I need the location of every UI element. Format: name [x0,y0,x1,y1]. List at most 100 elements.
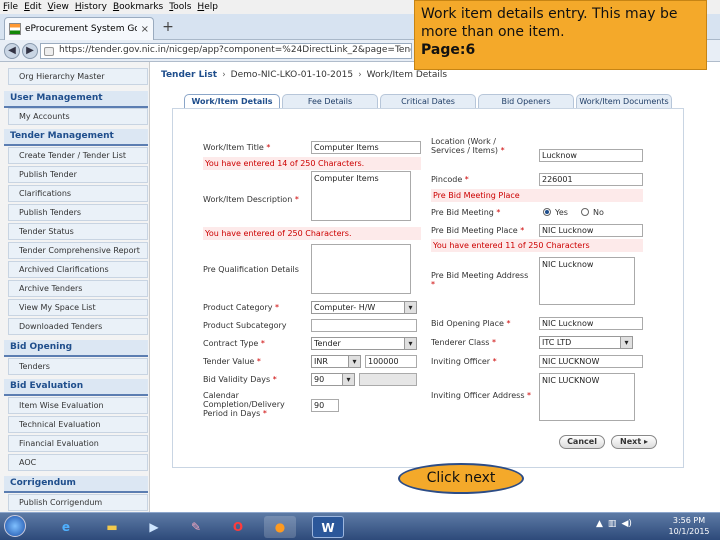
firefox-icon[interactable]: ● [264,516,296,538]
pre-bid-meeting-address-textarea[interactable]: NIC Lucknow [539,257,635,305]
sidebar-heading-bid-opening[interactable]: Bid Opening [4,340,148,357]
sidebar-item-publish-tender[interactable]: Publish Tender [8,166,148,183]
work-item-title-input[interactable]: Computer Items [311,141,421,154]
sidebar-item-org-hierarchy[interactable]: Org Hierarchy Master [8,68,148,85]
media-player-icon[interactable]: ▶ [138,516,170,538]
system-clock[interactable]: 3:56 PM 10/1/2015 [660,515,718,539]
paint-icon[interactable]: ✎ [180,516,212,538]
sidebar-item-financial-evaluation[interactable]: Financial Evaluation [8,435,148,452]
menu-tools[interactable]: Tools [169,2,191,12]
menu-file[interactable]: File [3,2,18,12]
click-next-callout: Click next [398,463,524,494]
sidebar-item-archived-clarifications[interactable]: Archived Clarifications [8,261,148,278]
new-tab-button[interactable]: + [160,19,176,35]
product-category-select[interactable]: Computer- H/W [311,301,417,314]
bid-opening-place-input[interactable]: NIC Lucknow [539,317,643,330]
breadcrumb-tender-list[interactable]: Tender List [161,70,217,80]
bid-validity-select[interactable]: 90 [311,373,355,386]
windows-start-button[interactable] [4,515,26,537]
pre-bid-meeting-no-radio[interactable] [581,208,589,216]
sidebar-item-publish-corrigendum[interactable]: Publish Corrigendum [8,494,148,511]
volume-icon[interactable]: ◀) [621,519,631,535]
sidebar-item-downloaded-tenders[interactable]: Downloaded Tenders [8,318,148,335]
tenderer-class-select[interactable]: ITC LTD [539,336,633,349]
sidebar-item-my-space[interactable]: View My Space List [8,299,148,316]
bid-validity-readonly [359,373,417,386]
internet-explorer-icon[interactable]: e [50,516,82,538]
menu-history[interactable]: History [75,2,107,12]
pre-bid-meeting-address-label: Pre Bid Meeting Address * [431,271,529,289]
tender-value-label: Tender Value * [203,357,261,366]
completion-period-input[interactable]: 90 [311,399,339,412]
currency-select[interactable]: INR [311,355,361,368]
pincode-input[interactable]: 226001 [539,173,643,186]
pre-bid-meeting-yes-radio[interactable] [543,208,551,216]
tab-work-item-documents[interactable]: Work/Item Documents [576,94,672,108]
inviting-officer-label: Inviting Officer * [431,357,497,366]
sidebar-item-archive-tenders[interactable]: Archive Tenders [8,280,148,297]
sidebar-item-my-accounts[interactable]: My Accounts [8,108,148,125]
work-item-description-label: Work/Item Description * [203,195,299,204]
sidebar-item-publish-tenders[interactable]: Publish Tenders [8,204,148,221]
product-subcategory-label: Product Subcategory [203,321,287,330]
tab-critical-dates[interactable]: Critical Dates [380,94,476,108]
pincode-label: Pincode * [431,175,469,184]
tenderer-class-label: Tenderer Class * [431,338,496,347]
product-subcategory-input[interactable] [311,319,417,332]
menu-view[interactable]: View [48,2,69,12]
contract-type-label: Contract Type * [203,339,265,348]
address-bar[interactable]: https://tender.gov.nic.in/nicgep/app?com… [40,43,412,59]
menu-bookmarks[interactable]: Bookmarks [113,2,163,12]
cancel-button[interactable]: Cancel [559,435,605,449]
sidebar-item-tender-status[interactable]: Tender Status [8,223,148,240]
inviting-officer-address-textarea[interactable]: NIC LUCKNOW [539,373,635,421]
menu-edit[interactable]: Edit [24,2,41,12]
pre-bid-meeting-header: Pre Bid Meeting Place [431,189,643,202]
location-input[interactable]: Lucknow [539,149,643,162]
work-item-description-textarea[interactable]: Computer Items [311,171,411,221]
breadcrumb-tender-id[interactable]: Demo-NIC-LKO-01-10-2015 [231,70,353,80]
product-category-label: Product Category * [203,303,280,312]
tab-work-item-details[interactable]: Work/Item Details [184,94,280,108]
breadcrumb-separator: › [358,70,362,80]
network-icon[interactable]: ▥ [608,519,617,535]
sidebar-heading-corrigendum[interactable]: Corrigendum [4,476,148,493]
sidebar-item-tenders[interactable]: Tenders [8,358,148,375]
page-number: Page:6 [421,42,476,58]
tender-value-input[interactable]: 100000 [365,355,417,368]
pre-bid-meeting-no-label: No [593,208,604,217]
contract-type-select[interactable]: Tender [311,337,417,350]
inviting-officer-address-label: Inviting Officer Address * [431,391,532,400]
show-hidden-icons-icon[interactable]: ▲ [596,519,603,535]
file-explorer-icon[interactable]: ▬ [96,516,128,538]
windows-taskbar: e ▬ ▶ ✎ O ● W ▲ ▥ ◀) 3:56 PM 10/1/2015 [0,512,720,540]
sidebar-heading-tender-management[interactable]: Tender Management [4,129,148,146]
sidebar-heading-user-management[interactable]: User Management [4,91,148,108]
sidebar-item-technical-evaluation[interactable]: Technical Evaluation [8,416,148,433]
clock-time: 3:56 PM [672,516,706,525]
completion-period-label: Calendar Completion/Delivery Period in D… [203,391,285,418]
pre-bid-meeting-place-input[interactable]: NIC Lucknow [539,224,643,237]
sidebar-item-clarifications[interactable]: Clarifications [8,185,148,202]
sidebar: Org Hierarchy Master User Management My … [0,62,150,512]
menu-help[interactable]: Help [197,2,218,12]
sidebar-item-create-tender[interactable]: Create Tender / Tender List [8,147,148,164]
next-button[interactable]: Next ▸ [611,435,657,449]
browser-tab[interactable]: eProcurement System Gov. × [4,17,154,40]
system-tray: ▲ ▥ ◀) [596,519,652,535]
india-flag-icon [9,23,21,35]
pre-qualification-textarea[interactable] [311,244,411,294]
close-tab-icon[interactable]: × [141,24,149,35]
inviting-officer-input[interactable]: NIC LUCKNOW [539,355,643,368]
description-character-counter: You have entered of 250 Characters. [203,227,421,240]
back-arrow-icon[interactable]: ◀ [4,43,20,59]
sidebar-item-item-wise-evaluation[interactable]: Item Wise Evaluation [8,397,148,414]
sidebar-heading-bid-evaluation[interactable]: Bid Evaluation [4,379,148,396]
word-icon[interactable]: W [312,516,344,538]
sidebar-item-aoc[interactable]: AOC [8,454,148,471]
forward-arrow-icon[interactable]: ▶ [22,43,38,59]
tab-fee-details[interactable]: Fee Details [282,94,378,108]
tab-bid-openers[interactable]: Bid Openers [478,94,574,108]
opera-icon[interactable]: O [222,516,254,538]
sidebar-item-tender-report[interactable]: Tender Comprehensive Report [8,242,148,259]
